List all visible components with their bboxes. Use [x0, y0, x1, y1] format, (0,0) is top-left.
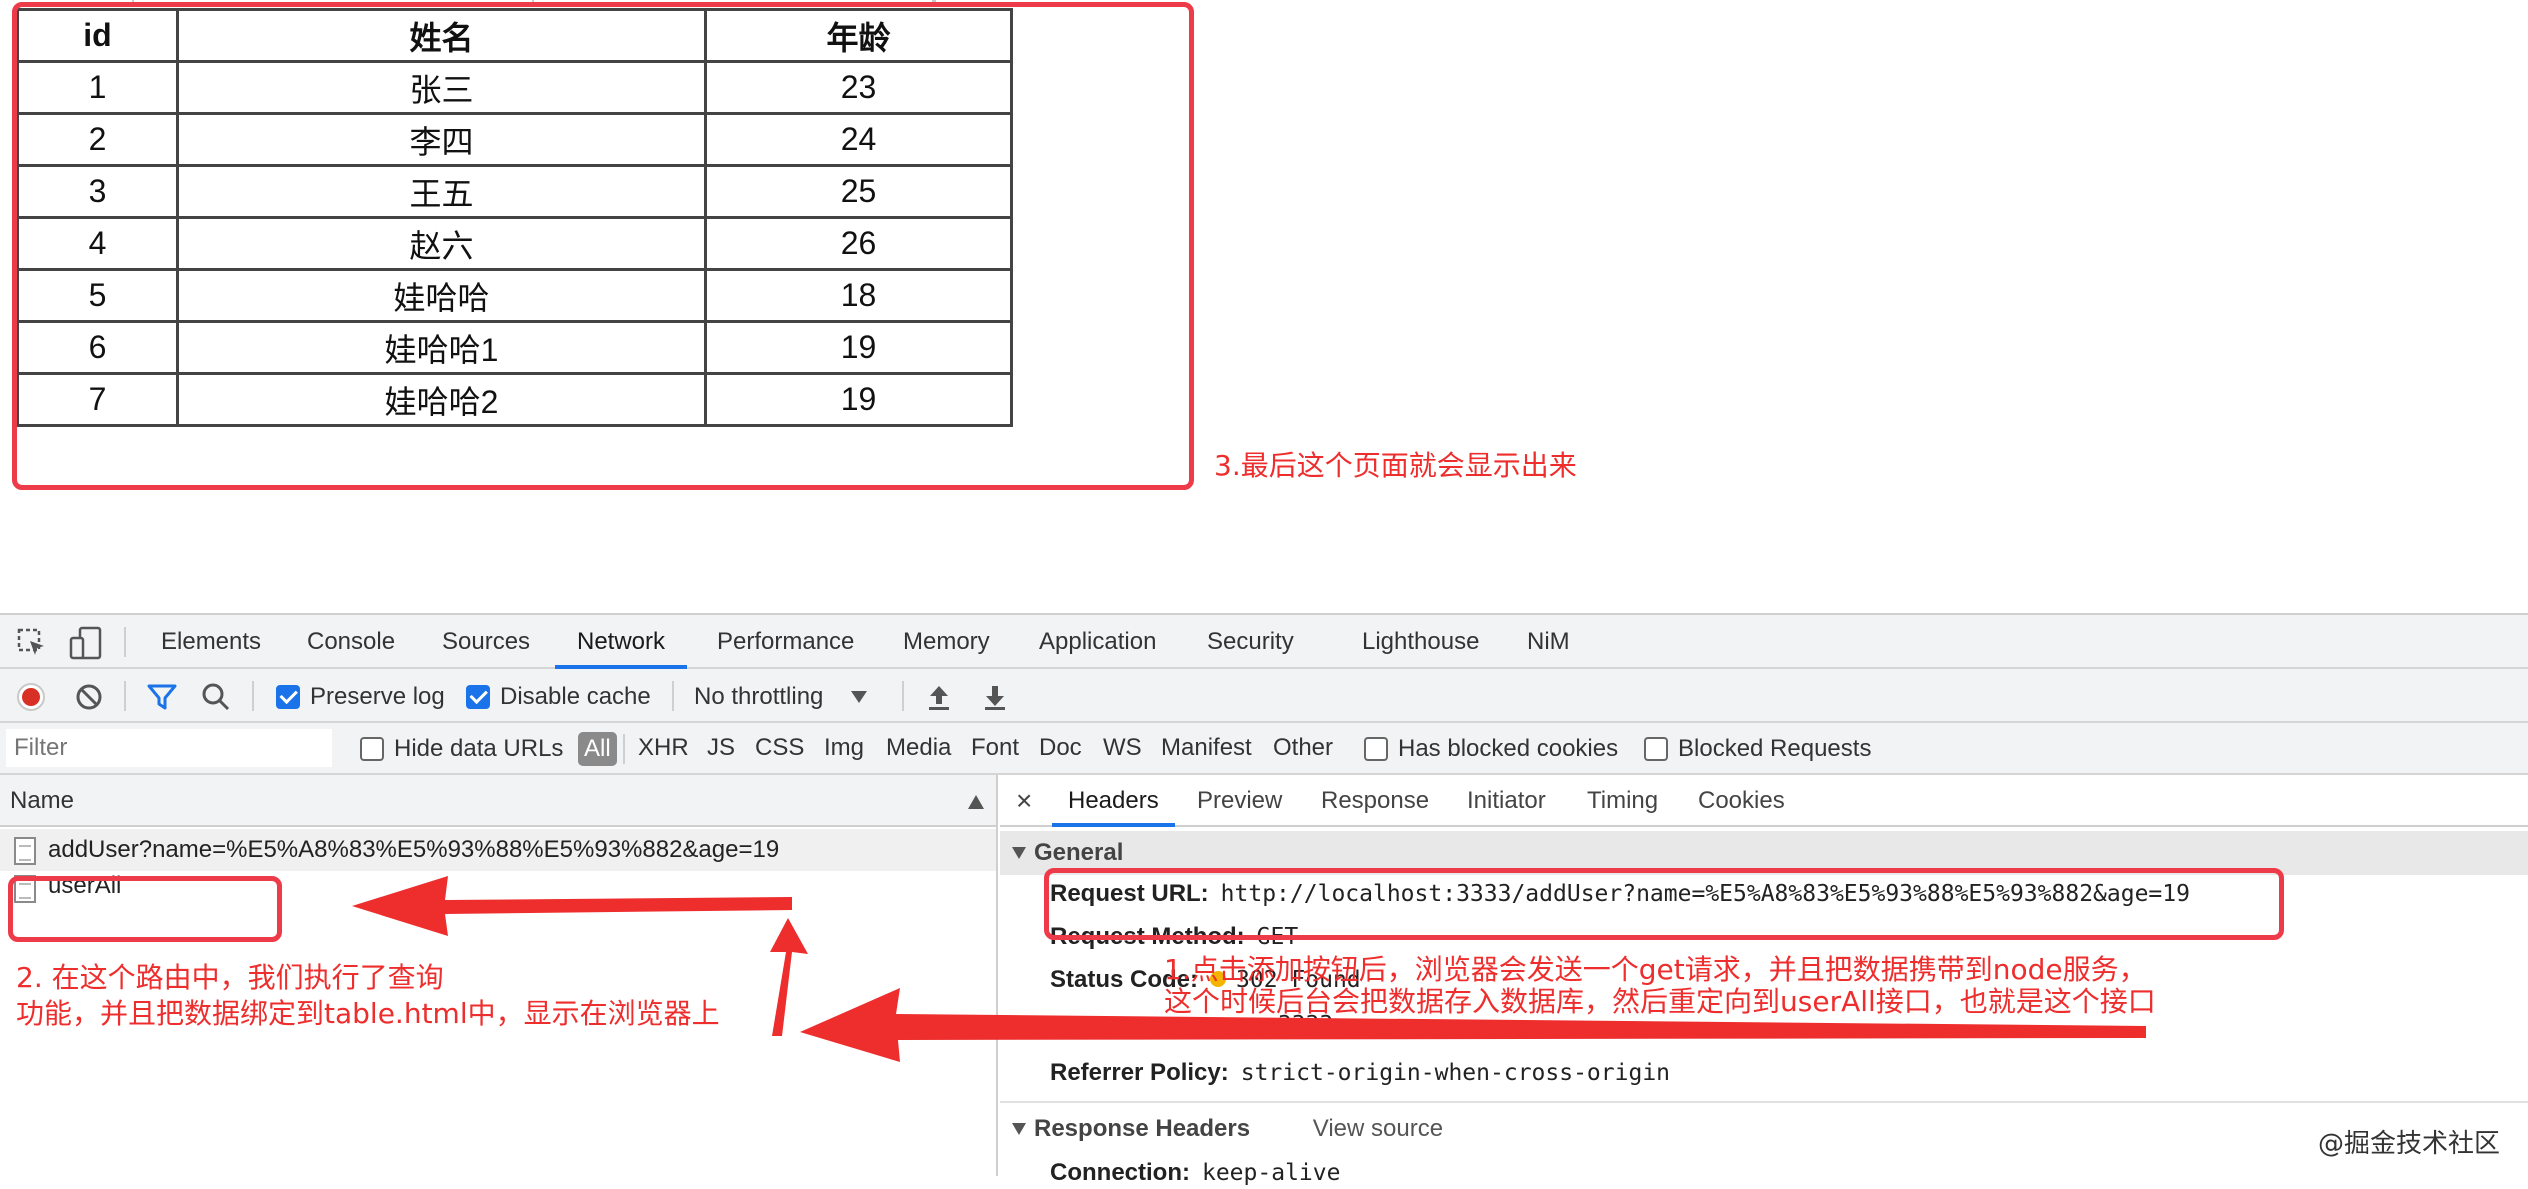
divider	[124, 627, 126, 657]
blocked-requests-checkbox[interactable]	[1644, 737, 1668, 761]
connection-label: Connection:	[1050, 1159, 1190, 1186]
has-blocked-cookies-checkbox[interactable]	[1364, 737, 1388, 761]
divider	[252, 681, 254, 711]
hide-data-urls-toggle[interactable]: Hide data URLs	[360, 735, 564, 762]
filter-font[interactable]: Font	[971, 723, 1019, 773]
divider	[902, 681, 904, 711]
annotation-step1-line2: 这个时候后台会把数据存入数据库，然后重定向到userAll接口，也就是这个接口	[1164, 985, 2156, 1018]
referrer-policy-row: Referrer Policy: strict-origin-when-cross…	[1050, 1057, 1670, 1089]
filter-doc[interactable]: Doc	[1039, 723, 1082, 773]
clear-icon[interactable]	[74, 682, 104, 712]
tab-lighthouse[interactable]: Lighthouse	[1358, 615, 1483, 669]
tab-elements[interactable]: Elements	[157, 615, 265, 669]
preserve-log-checkbox[interactable]	[276, 685, 300, 709]
tab-performance[interactable]: Performance	[713, 615, 858, 669]
filter-all[interactable]: All	[578, 732, 617, 766]
divider	[1000, 1101, 2528, 1103]
filter-bar: Hide data URLs All XHR JS CSS Img Media …	[0, 723, 2528, 775]
throttling-value: No throttling	[694, 683, 824, 710]
export-har-icon[interactable]	[980, 682, 1010, 712]
connection-value: keep-alive	[1201, 1160, 1341, 1186]
request-row-adduser[interactable]: addUser?name=%E5%A8%83%E5%93%88%E5%93%88…	[0, 829, 996, 871]
network-toolbar: Preserve log Disable cache No throttling	[0, 669, 2528, 723]
watermark: @掘金技术社区	[2309, 1121, 2508, 1162]
filter-input[interactable]	[6, 729, 332, 767]
preserve-log-label: Preserve log	[310, 683, 445, 710]
tab-initiator[interactable]: Initiator	[1467, 775, 1546, 827]
response-headers-title: Response Headers	[1034, 1115, 1251, 1142]
request-url-highlight-frame	[1044, 868, 2284, 940]
userall-highlight-frame	[8, 876, 282, 942]
tab-memory[interactable]: Memory	[899, 615, 994, 669]
preserve-log-toggle[interactable]: Preserve log	[276, 682, 445, 712]
filter-css[interactable]: CSS	[755, 723, 804, 773]
collapse-triangle-icon	[1012, 1123, 1026, 1135]
hide-data-urls-label: Hide data URLs	[394, 735, 564, 762]
tab-sources[interactable]: Sources	[438, 615, 534, 669]
sort-ascending-icon	[968, 795, 984, 809]
tab-response[interactable]: Response	[1321, 775, 1429, 827]
tab-timing[interactable]: Timing	[1587, 775, 1658, 827]
filter-icon[interactable]	[146, 682, 178, 712]
table-highlight-frame	[12, 2, 1194, 490]
filter-js[interactable]: JS	[707, 723, 735, 773]
close-icon[interactable]: ×	[1016, 775, 1032, 827]
tab-preview[interactable]: Preview	[1197, 775, 1282, 827]
referrer-policy-label: Referrer Policy:	[1050, 1059, 1229, 1086]
filter-xhr[interactable]: XHR	[638, 723, 689, 773]
tab-cookies[interactable]: Cookies	[1698, 775, 1785, 827]
tab-application[interactable]: Application	[1035, 615, 1160, 669]
has-blocked-cookies-label: Has blocked cookies	[1398, 735, 1619, 762]
tab-headers[interactable]: Headers	[1052, 775, 1175, 827]
general-title: General	[1034, 839, 1124, 866]
divider	[672, 681, 674, 711]
chevron-down-icon	[851, 691, 868, 703]
hide-data-urls-checkbox[interactable]	[360, 737, 384, 761]
detail-tab-bar: × Headers Preview Response Initiator Tim…	[1000, 775, 2528, 827]
blocked-requests-toggle[interactable]: Blocked Requests	[1644, 735, 1872, 762]
device-toolbar-icon[interactable]	[68, 625, 104, 661]
tab-security[interactable]: Security	[1203, 615, 1298, 669]
search-icon[interactable]	[200, 681, 232, 713]
filter-media[interactable]: Media	[886, 723, 951, 773]
response-headers-section-header[interactable]: Response Headers View source	[1000, 1107, 2528, 1151]
record-icon[interactable]	[16, 682, 46, 712]
divider	[623, 734, 625, 764]
filter-other[interactable]: Other	[1273, 723, 1333, 773]
disable-cache-toggle[interactable]: Disable cache	[466, 682, 651, 712]
inspect-element-icon[interactable]	[16, 627, 48, 659]
import-har-icon[interactable]	[924, 682, 954, 712]
devtools-tab-bar: Elements Console Sources Network Perform…	[0, 613, 2528, 669]
tab-console[interactable]: Console	[303, 615, 399, 669]
throttling-select[interactable]: No throttling	[694, 682, 868, 712]
referrer-policy-value: strict-origin-when-cross-origin	[1240, 1060, 1671, 1086]
annotation-step2-line2: 功能，并且把数据绑定到table.html中，显示在浏览器上	[16, 997, 720, 1030]
blocked-requests-label: Blocked Requests	[1678, 735, 1872, 762]
annotation-step2-line1: 2. 在这个路由中，我们执行了查询	[16, 961, 444, 994]
annotation-step1-line1: 1.点击添加按钮后，浏览器会发送一个get请求，并且把数据携带到node服务，	[1164, 953, 2147, 986]
disable-cache-label: Disable cache	[500, 683, 651, 710]
annotation-step3: 3.最后这个页面就会显示出来	[1214, 449, 1577, 482]
has-blocked-cookies-toggle[interactable]: Has blocked cookies	[1364, 735, 1619, 762]
filter-img[interactable]: Img	[824, 723, 864, 773]
tab-nim[interactable]: NiM	[1523, 615, 1574, 669]
connection-row: Connection: keep-alive	[1050, 1157, 1340, 1189]
name-column-label: Name	[10, 787, 75, 814]
name-column-header[interactable]: Name	[0, 775, 996, 827]
tab-network[interactable]: Network	[555, 615, 688, 669]
document-icon	[14, 837, 36, 865]
divider	[124, 681, 126, 711]
collapse-triangle-icon	[1012, 847, 1026, 859]
view-source-link[interactable]: View source	[1313, 1115, 1443, 1142]
request-name: addUser?name=%E5%A8%83%E5%93%88%E5%93%88…	[48, 836, 780, 863]
disable-cache-checkbox[interactable]	[466, 685, 490, 709]
filter-ws[interactable]: WS	[1103, 723, 1142, 773]
filter-manifest[interactable]: Manifest	[1161, 723, 1252, 773]
